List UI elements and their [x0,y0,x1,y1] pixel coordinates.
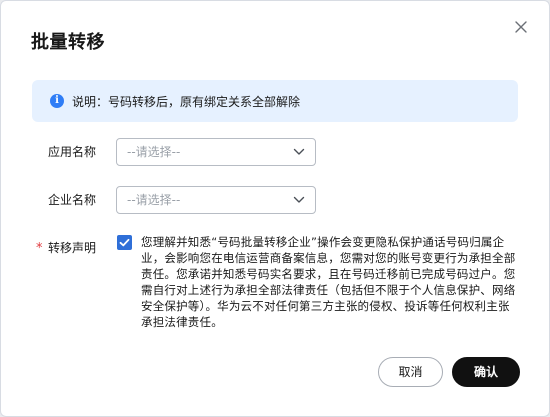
alert-text: 说明：号码转移后，原有绑定关系全部解除 [72,94,301,109]
checkmark-icon [119,238,130,247]
app-name-placeholder: --请选择-- [127,145,181,159]
batch-transfer-dialog: 批量转移 i 说明：号码转移后，原有绑定关系全部解除 应用名称 --请选择-- … [0,0,550,417]
agree-checkbox[interactable] [117,235,132,250]
chevron-down-icon [293,196,305,203]
required-mark: * [36,241,43,256]
close-icon[interactable] [513,19,529,35]
statement-label: 转移声明 [48,241,97,255]
info-alert: i 说明：号码转移后，原有绑定关系全部解除 [32,80,518,122]
chevron-down-icon [293,148,305,155]
confirm-button[interactable]: 确认 [452,357,520,387]
info-icon: i [50,94,64,108]
company-name-placeholder: --请选择-- [127,193,181,207]
app-name-label: 应用名称 [48,145,97,159]
cancel-button[interactable]: 取消 [378,357,443,387]
company-name-select[interactable]: --请选择-- [116,186,316,214]
dialog-title: 批量转移 [31,32,105,53]
app-name-select[interactable]: --请选择-- [116,138,316,166]
statement-text: 您理解并知悉“号码批量转移企业”操作会变更隐私保护通话号码归属企业，会影响您在电… [141,235,516,329]
company-name-label: 企业名称 [48,193,97,207]
